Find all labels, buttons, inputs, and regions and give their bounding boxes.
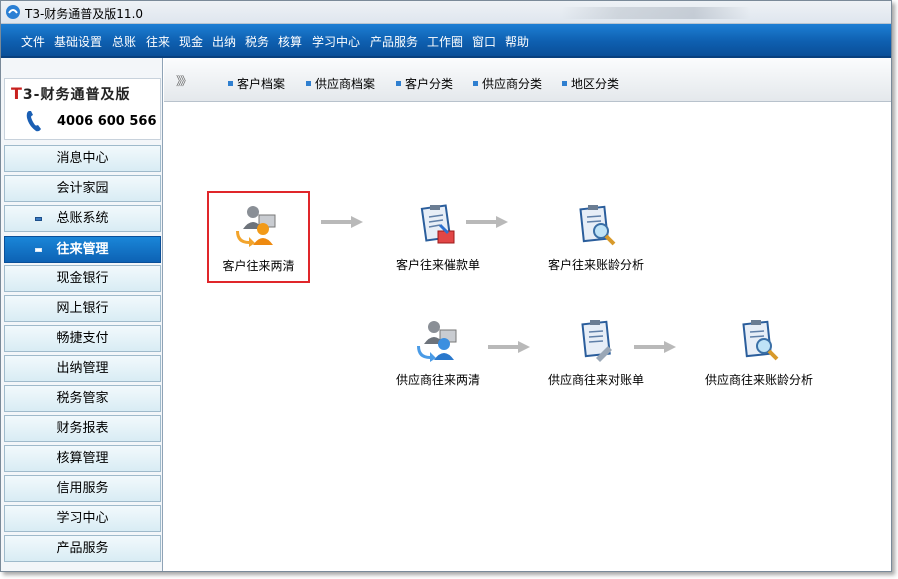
sidebar-item-general-ledger[interactable]: 总账系统 bbox=[4, 205, 161, 232]
flow-node-label: 供应商往来对账单 bbox=[547, 373, 644, 387]
flow-node-label: 客户往来催款单 bbox=[395, 258, 480, 272]
bullet-icon bbox=[35, 248, 42, 252]
flow-supplier-reconcile[interactable]: 供应商往来两清 bbox=[373, 306, 503, 396]
toolbar-customer-category[interactable]: 客户分类 bbox=[396, 75, 453, 92]
flow-node-label: 供应商往来账龄分析 bbox=[704, 373, 813, 387]
toolbar-supplier-archive[interactable]: 供应商档案 bbox=[306, 75, 375, 92]
bullet-icon bbox=[562, 81, 567, 86]
people-exchange-icon bbox=[236, 206, 276, 247]
collapse-chevron-icon[interactable]: 》》 bbox=[176, 72, 192, 89]
sidebar-item-receivables[interactable]: 往来管理 bbox=[4, 236, 161, 263]
toolbar-customer-archive[interactable]: 客户档案 bbox=[228, 75, 285, 92]
menu-window[interactable]: 窗口 bbox=[472, 33, 496, 50]
toolbar-region-category[interactable]: 地区分类 bbox=[562, 75, 619, 92]
window-title: T3-财务通普及版11.0 bbox=[25, 7, 144, 21]
app-window: T3-财务通普及版11.0 文件 基础设置 总账 往来 现金 出纳 税务 核算 … bbox=[0, 0, 892, 572]
people-exchange-icon bbox=[417, 321, 457, 362]
support-phone: 4006 600 566 bbox=[57, 114, 157, 129]
sidebar-item-accounting-home[interactable]: 会计家园 bbox=[4, 175, 161, 202]
menu-help[interactable]: 帮助 bbox=[505, 33, 529, 50]
sidebar-item-online-bank[interactable]: 网上银行 bbox=[4, 295, 161, 322]
brand-logo: T3-财务通普及版 bbox=[11, 84, 131, 103]
brand-box: T3-财务通普及版 4006 600 566 bbox=[4, 78, 161, 140]
bullet-icon bbox=[306, 81, 311, 86]
flow-customer-aging[interactable]: 客户往来账龄分析 bbox=[531, 191, 661, 281]
clipboard-doc-icon bbox=[581, 320, 612, 362]
menu-work-circle[interactable]: 工作圈 bbox=[427, 33, 463, 50]
menu-general-ledger[interactable]: 总账 bbox=[112, 33, 136, 50]
window-caption-buttons bbox=[561, 7, 751, 19]
flow-canvas: 客户往来两清 客户往来催款单 客户往来账龄分析 供应商往来两清 供应商往来对账单… bbox=[164, 103, 891, 571]
menu-product-service[interactable]: 产品服务 bbox=[370, 33, 418, 50]
document-notice-icon bbox=[420, 204, 455, 244]
flow-node-label: 客户往来两清 bbox=[222, 259, 295, 273]
clipboard-search-icon bbox=[579, 205, 616, 246]
bullet-icon bbox=[396, 81, 401, 86]
quick-toolbar: 》》 客户档案 供应商档案 客户分类 供应商分类 地区分类 bbox=[164, 58, 891, 102]
bullet-icon bbox=[35, 217, 42, 221]
flow-arrow-icon bbox=[488, 341, 530, 353]
toolbar-supplier-category[interactable]: 供应商分类 bbox=[473, 75, 542, 92]
flow-arrow-icon bbox=[321, 216, 363, 228]
flow-supplier-aging[interactable]: 供应商往来账龄分析 bbox=[694, 306, 824, 396]
menu-bar: 文件 基础设置 总账 往来 现金 出纳 税务 核算 学习中心 产品服务 工作圈 … bbox=[1, 24, 891, 58]
menu-cashier[interactable]: 出纳 bbox=[212, 33, 236, 50]
sidebar-item-tax-manager[interactable]: 税务管家 bbox=[4, 385, 161, 412]
bullet-icon bbox=[228, 81, 233, 86]
sidebar-item-product-service[interactable]: 产品服务 bbox=[4, 535, 161, 562]
menu-basic-settings[interactable]: 基础设置 bbox=[54, 33, 102, 50]
phone-icon bbox=[26, 111, 41, 132]
sidebar-item-message-center[interactable]: 消息中心 bbox=[4, 145, 161, 172]
menu-receivables[interactable]: 往来 bbox=[146, 33, 170, 50]
flow-customer-reconcile[interactable]: 客户往来两清 bbox=[207, 191, 310, 283]
left-nav-panel: T3-财务通普及版 4006 600 566 消息中心 会计家园 总账系统 往来… bbox=[1, 58, 163, 571]
flow-node-label: 供应商往来两清 bbox=[395, 373, 480, 387]
sidebar-item-financial-reports[interactable]: 财务报表 bbox=[4, 415, 161, 442]
menu-tax[interactable]: 税务 bbox=[245, 33, 269, 50]
bullet-icon bbox=[473, 81, 478, 86]
menu-accounting[interactable]: 核算 bbox=[278, 33, 302, 50]
flow-customer-dunning[interactable]: 客户往来催款单 bbox=[373, 191, 503, 281]
menu-file[interactable]: 文件 bbox=[21, 33, 45, 50]
sidebar-item-credit-service[interactable]: 信用服务 bbox=[4, 475, 161, 502]
sidebar-item-quick-pay[interactable]: 畅捷支付 bbox=[4, 325, 161, 352]
flow-arrow-icon bbox=[466, 216, 508, 228]
clipboard-search-icon bbox=[742, 320, 779, 361]
flow-arrow-icon bbox=[634, 341, 676, 353]
sidebar-item-cash-bank[interactable]: 现金银行 bbox=[4, 265, 161, 292]
sidebar-item-learning-center[interactable]: 学习中心 bbox=[4, 505, 161, 532]
flow-node-label: 客户往来账龄分析 bbox=[547, 258, 644, 272]
sidebar-item-cashier[interactable]: 出纳管理 bbox=[4, 355, 161, 382]
app-logo-icon bbox=[6, 5, 20, 19]
menu-learning-center[interactable]: 学习中心 bbox=[312, 33, 360, 50]
title-bar[interactable]: T3-财务通普及版11.0 bbox=[1, 1, 891, 24]
menu-cash[interactable]: 现金 bbox=[179, 33, 203, 50]
sidebar-item-accounting-management[interactable]: 核算管理 bbox=[4, 445, 161, 472]
